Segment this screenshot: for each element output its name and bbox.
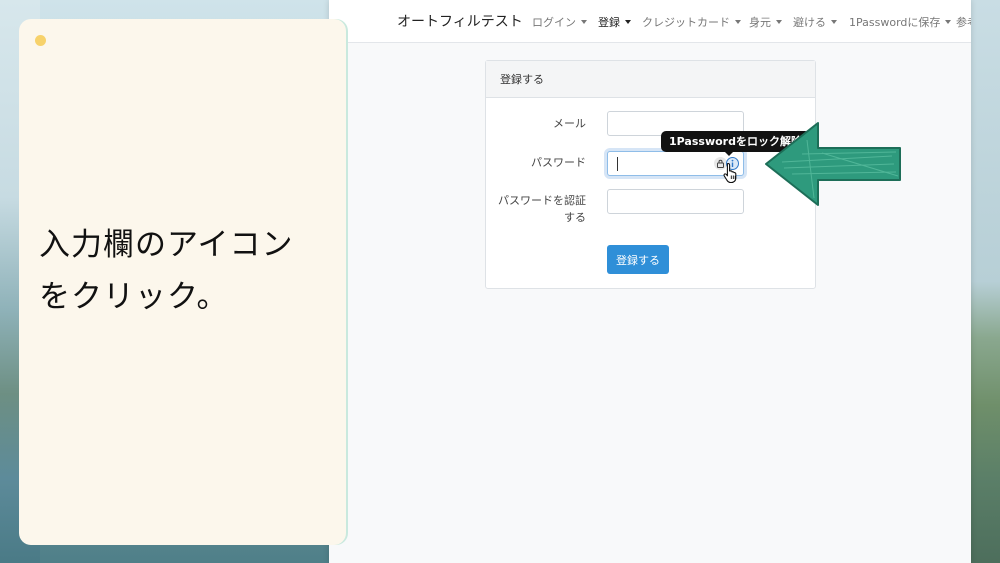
hand-pointer-icon xyxy=(723,162,737,184)
caret-down-icon xyxy=(831,20,837,24)
register-submit-button[interactable]: 登録する xyxy=(607,245,669,274)
caret-down-icon xyxy=(735,20,741,24)
caret-down-icon xyxy=(776,20,782,24)
confirm-label-line1: パスワードを認証 xyxy=(498,194,586,207)
caret-down-icon xyxy=(581,20,587,24)
nav-item-label: 参考 xyxy=(956,16,971,29)
text-caret xyxy=(617,157,618,171)
nav-item-register[interactable]: 登録 xyxy=(598,14,631,30)
caret-down-icon xyxy=(625,20,631,24)
card-header: 登録する xyxy=(486,61,815,98)
nav-item-label: クレジットカード xyxy=(642,16,730,29)
nav-item-label: 身元 xyxy=(749,16,771,29)
confirm-password-label: パスワードを認証する xyxy=(486,192,586,226)
nav-item-login[interactable]: ログイン xyxy=(532,14,587,30)
confirm-label-line2: する xyxy=(564,211,586,224)
tooltip-arrow xyxy=(724,151,734,156)
site-navbar: オートフィルテスト ログイン 登録 クレジットカード 身元 避ける 1Passw… xyxy=(329,0,971,43)
nav-item-label: 1Passwordに保存 xyxy=(849,16,941,29)
note-line-2: をクリック。 xyxy=(39,279,229,315)
note-dot xyxy=(35,35,46,46)
desktop-wallpaper-right xyxy=(970,0,1000,563)
nav-item-label: 登録 xyxy=(598,16,620,29)
card-title: 登録する xyxy=(500,73,544,86)
email-label: メール xyxy=(553,117,586,130)
instruction-note: 入力欄のアイコン をクリック。 xyxy=(19,19,346,545)
note-text: 入力欄のアイコン をクリック。 xyxy=(39,219,339,323)
nav-item-label: 避ける xyxy=(793,16,826,29)
nav-item-credit-card[interactable]: クレジットカード xyxy=(642,14,741,30)
nav-item-identity[interactable]: 身元 xyxy=(749,14,782,30)
left-arrow-icon xyxy=(765,122,901,206)
note-line-1: 入力欄のアイコン xyxy=(39,227,294,263)
nav-item-label: ログイン xyxy=(532,16,576,29)
nav-item-save-1password[interactable]: 1Passwordに保存 xyxy=(849,14,952,30)
nav-item-avoid[interactable]: 避ける xyxy=(793,14,837,30)
password-label: パスワード xyxy=(531,156,586,169)
browser-window: オートフィルテスト ログイン 登録 クレジットカード 身元 避ける 1Passw… xyxy=(329,0,971,563)
nav-item-reference[interactable]: 参考 xyxy=(956,14,971,30)
caret-down-icon xyxy=(945,20,952,24)
site-brand[interactable]: オートフィルテスト xyxy=(397,11,523,31)
confirm-password-field[interactable] xyxy=(607,189,744,214)
